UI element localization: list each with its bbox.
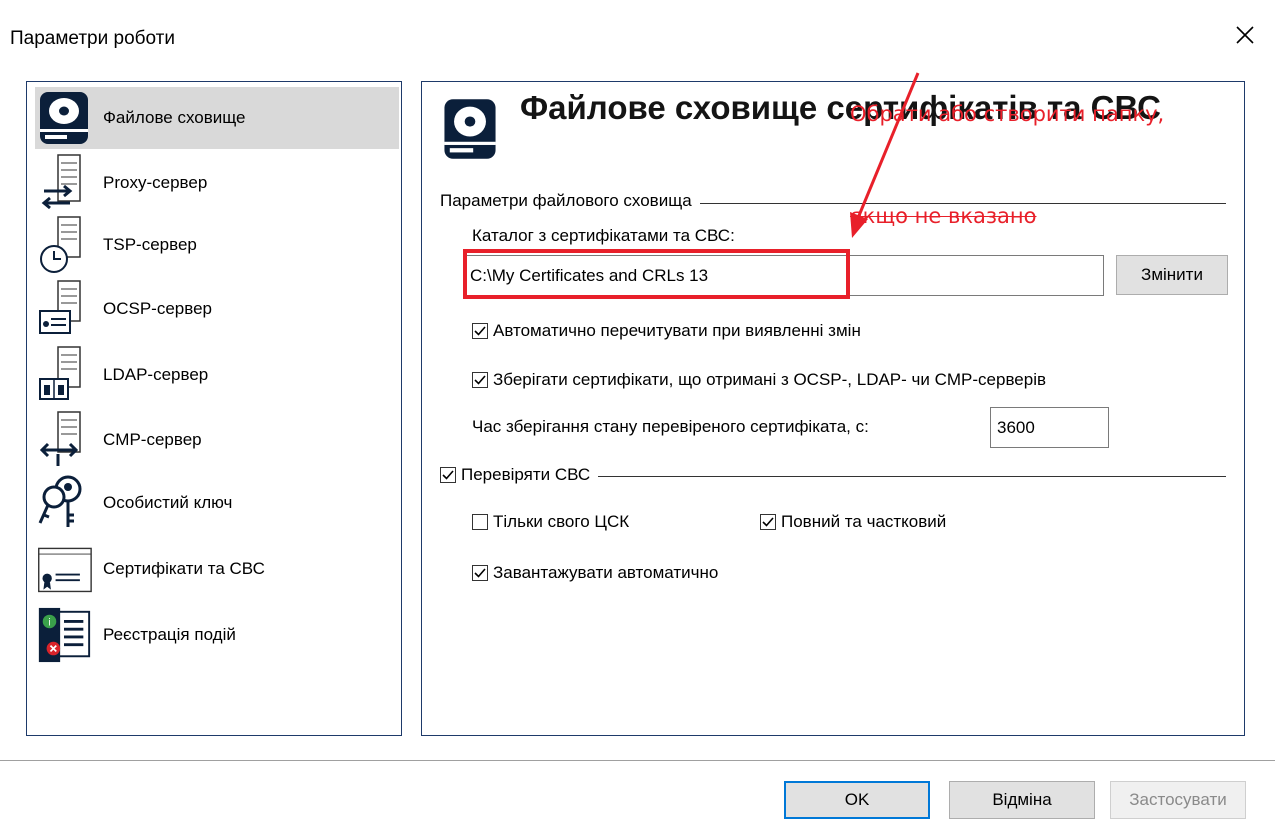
ok-button[interactable]: OK bbox=[784, 781, 930, 819]
apply-button[interactable]: Застосувати bbox=[1110, 781, 1246, 819]
annotation-text: Обрати або створити папку, якщо не вказа… bbox=[850, 29, 1230, 267]
annotation-line-1: Обрати або створити папку, bbox=[850, 102, 1165, 126]
cancel-button[interactable]: Відміна bbox=[949, 781, 1095, 819]
footer-separator bbox=[0, 760, 1275, 761]
annotation-line-2: якщо не вказано bbox=[850, 204, 1037, 228]
